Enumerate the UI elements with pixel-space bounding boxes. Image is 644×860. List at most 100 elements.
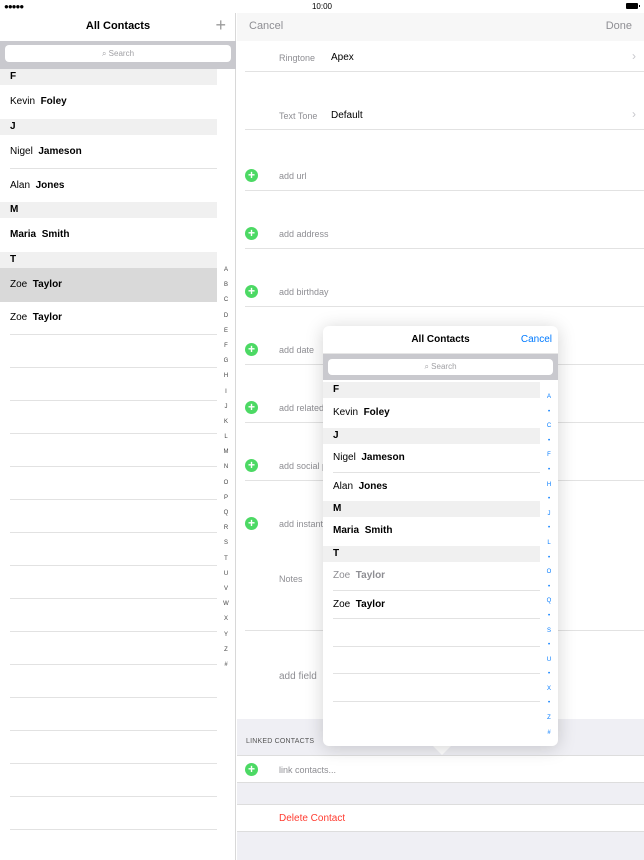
index-letter[interactable]: B xyxy=(219,278,233,293)
index-letter[interactable]: V xyxy=(219,582,233,597)
add-url-row[interactable]: + add url xyxy=(245,158,644,191)
index-letter[interactable]: M xyxy=(219,445,233,460)
popover-contact-row[interactable]: Kevin Foley xyxy=(323,398,540,428)
popover-section-index[interactable]: A • C • F • H • J • L • O • Q • S • U • … xyxy=(542,390,556,740)
index-letter[interactable]: Q xyxy=(219,506,233,521)
search-input[interactable]: ⌕ Search xyxy=(5,45,231,62)
index-letter[interactable]: I xyxy=(219,385,233,400)
index-letter[interactable]: • xyxy=(542,492,556,507)
add-circle-icon[interactable]: + xyxy=(245,763,258,776)
popover-contact-row[interactable]: Nigel Jameson xyxy=(323,444,540,472)
text-tone-row[interactable]: Text Tone Default › xyxy=(245,99,644,130)
row-separator xyxy=(10,598,217,599)
popover-contact-row[interactable]: Maria Smith xyxy=(323,517,540,545)
add-address-row[interactable]: + add address xyxy=(245,216,644,249)
done-button[interactable]: Done xyxy=(606,20,632,32)
section-index[interactable]: A B C D E F G H I J K L M N O P Q R S T … xyxy=(219,263,233,673)
contacts-list-pane: All Contacts + ⌕ Search F Kevin Foley J … xyxy=(0,13,236,860)
add-circle-icon[interactable]: + xyxy=(245,517,258,530)
index-letter[interactable]: Q xyxy=(542,594,556,609)
index-letter[interactable]: J xyxy=(219,400,233,415)
index-letter[interactable]: • xyxy=(542,463,556,478)
index-letter[interactable]: S xyxy=(542,624,556,639)
cancel-button[interactable]: Cancel xyxy=(249,20,283,32)
index-letter[interactable]: N xyxy=(219,460,233,475)
add-circle-icon[interactable]: + xyxy=(245,343,258,356)
index-letter[interactable]: L xyxy=(542,536,556,551)
index-letter[interactable]: • xyxy=(542,667,556,682)
index-letter[interactable]: • xyxy=(542,551,556,566)
index-letter[interactable]: • xyxy=(542,696,556,711)
index-letter[interactable]: S xyxy=(219,536,233,551)
index-letter[interactable]: F xyxy=(542,448,556,463)
delete-contact-button[interactable]: Delete Contact xyxy=(237,804,644,832)
index-letter[interactable]: R xyxy=(219,521,233,536)
contact-last-name: Taylor xyxy=(32,279,63,290)
index-letter[interactable]: J xyxy=(542,507,556,522)
index-letter[interactable]: U xyxy=(542,653,556,668)
index-letter[interactable]: X xyxy=(542,682,556,697)
add-circle-icon[interactable]: + xyxy=(245,227,258,240)
plus-icon[interactable]: + xyxy=(215,15,226,35)
popover-contact-row[interactable]: Alan Jones xyxy=(323,473,540,500)
index-letter[interactable]: O xyxy=(219,476,233,491)
add-circle-icon[interactable]: + xyxy=(245,169,258,182)
row-separator xyxy=(10,697,217,698)
index-letter[interactable]: • xyxy=(542,580,556,595)
index-letter[interactable]: O xyxy=(542,565,556,580)
index-letter[interactable]: Z xyxy=(219,643,233,658)
index-letter[interactable]: C xyxy=(542,419,556,434)
row-separator xyxy=(333,673,540,674)
index-letter[interactable]: Z xyxy=(542,711,556,726)
add-birthday-row[interactable]: + add birthday xyxy=(245,274,644,307)
add-circle-icon[interactable]: + xyxy=(245,459,258,472)
add-circle-icon[interactable]: + xyxy=(245,401,258,414)
add-circle-icon[interactable]: + xyxy=(245,285,258,298)
ringtone-row[interactable]: Ringtone Apex › xyxy=(245,41,644,72)
popover-section-t: T xyxy=(323,546,540,562)
contact-row[interactable]: Alan Jones xyxy=(0,169,217,202)
index-letter[interactable]: • xyxy=(542,434,556,449)
contact-row-selected[interactable]: Zoe Taylor xyxy=(0,268,217,302)
index-letter[interactable]: D xyxy=(219,309,233,324)
contact-row[interactable]: Kevin Foley xyxy=(0,85,217,119)
contact-first-name: Zoe xyxy=(333,570,351,581)
index-letter[interactable]: • xyxy=(542,609,556,624)
index-letter[interactable]: G xyxy=(219,354,233,369)
row-separator xyxy=(10,763,217,764)
index-letter[interactable]: H xyxy=(219,369,233,384)
index-letter[interactable]: F xyxy=(219,339,233,354)
contact-last-name: Jameson xyxy=(38,146,82,157)
index-letter[interactable]: • xyxy=(542,638,556,653)
index-letter[interactable]: T xyxy=(219,552,233,567)
popover-cancel-button[interactable]: Cancel xyxy=(521,334,552,345)
popover-contact-row-disabled: Zoe Taylor xyxy=(323,562,540,590)
index-letter[interactable]: # xyxy=(219,658,233,673)
index-letter[interactable]: X xyxy=(219,612,233,627)
index-letter[interactable]: E xyxy=(219,324,233,339)
index-letter[interactable]: A xyxy=(542,390,556,405)
contact-row[interactable]: Zoe Taylor xyxy=(0,302,217,334)
index-letter[interactable]: Y xyxy=(219,628,233,643)
contact-row[interactable]: Maria Smith xyxy=(0,218,217,252)
index-letter[interactable]: C xyxy=(219,293,233,308)
popover-search-input[interactable]: ⌕ Search xyxy=(328,359,553,375)
index-letter[interactable]: # xyxy=(542,726,556,741)
index-letter[interactable]: H xyxy=(542,478,556,493)
index-letter[interactable]: K xyxy=(219,415,233,430)
index-letter[interactable]: A xyxy=(219,263,233,278)
link-contacts-row[interactable]: + link contacts... xyxy=(237,755,644,783)
index-letter[interactable]: U xyxy=(219,567,233,582)
popover-contact-row[interactable]: Zoe Taylor xyxy=(323,591,540,618)
add-field-label: add field xyxy=(279,671,317,682)
index-letter[interactable]: • xyxy=(542,521,556,536)
index-letter[interactable]: P xyxy=(219,491,233,506)
contact-first-name: Alan xyxy=(10,180,31,191)
index-letter[interactable]: L xyxy=(219,430,233,445)
section-header-j: J xyxy=(0,119,217,135)
index-letter[interactable]: W xyxy=(219,597,233,612)
row-separator xyxy=(10,334,217,335)
row-separator xyxy=(10,829,217,830)
index-letter[interactable]: • xyxy=(542,405,556,420)
contact-row[interactable]: Nigel Jameson xyxy=(0,135,217,168)
